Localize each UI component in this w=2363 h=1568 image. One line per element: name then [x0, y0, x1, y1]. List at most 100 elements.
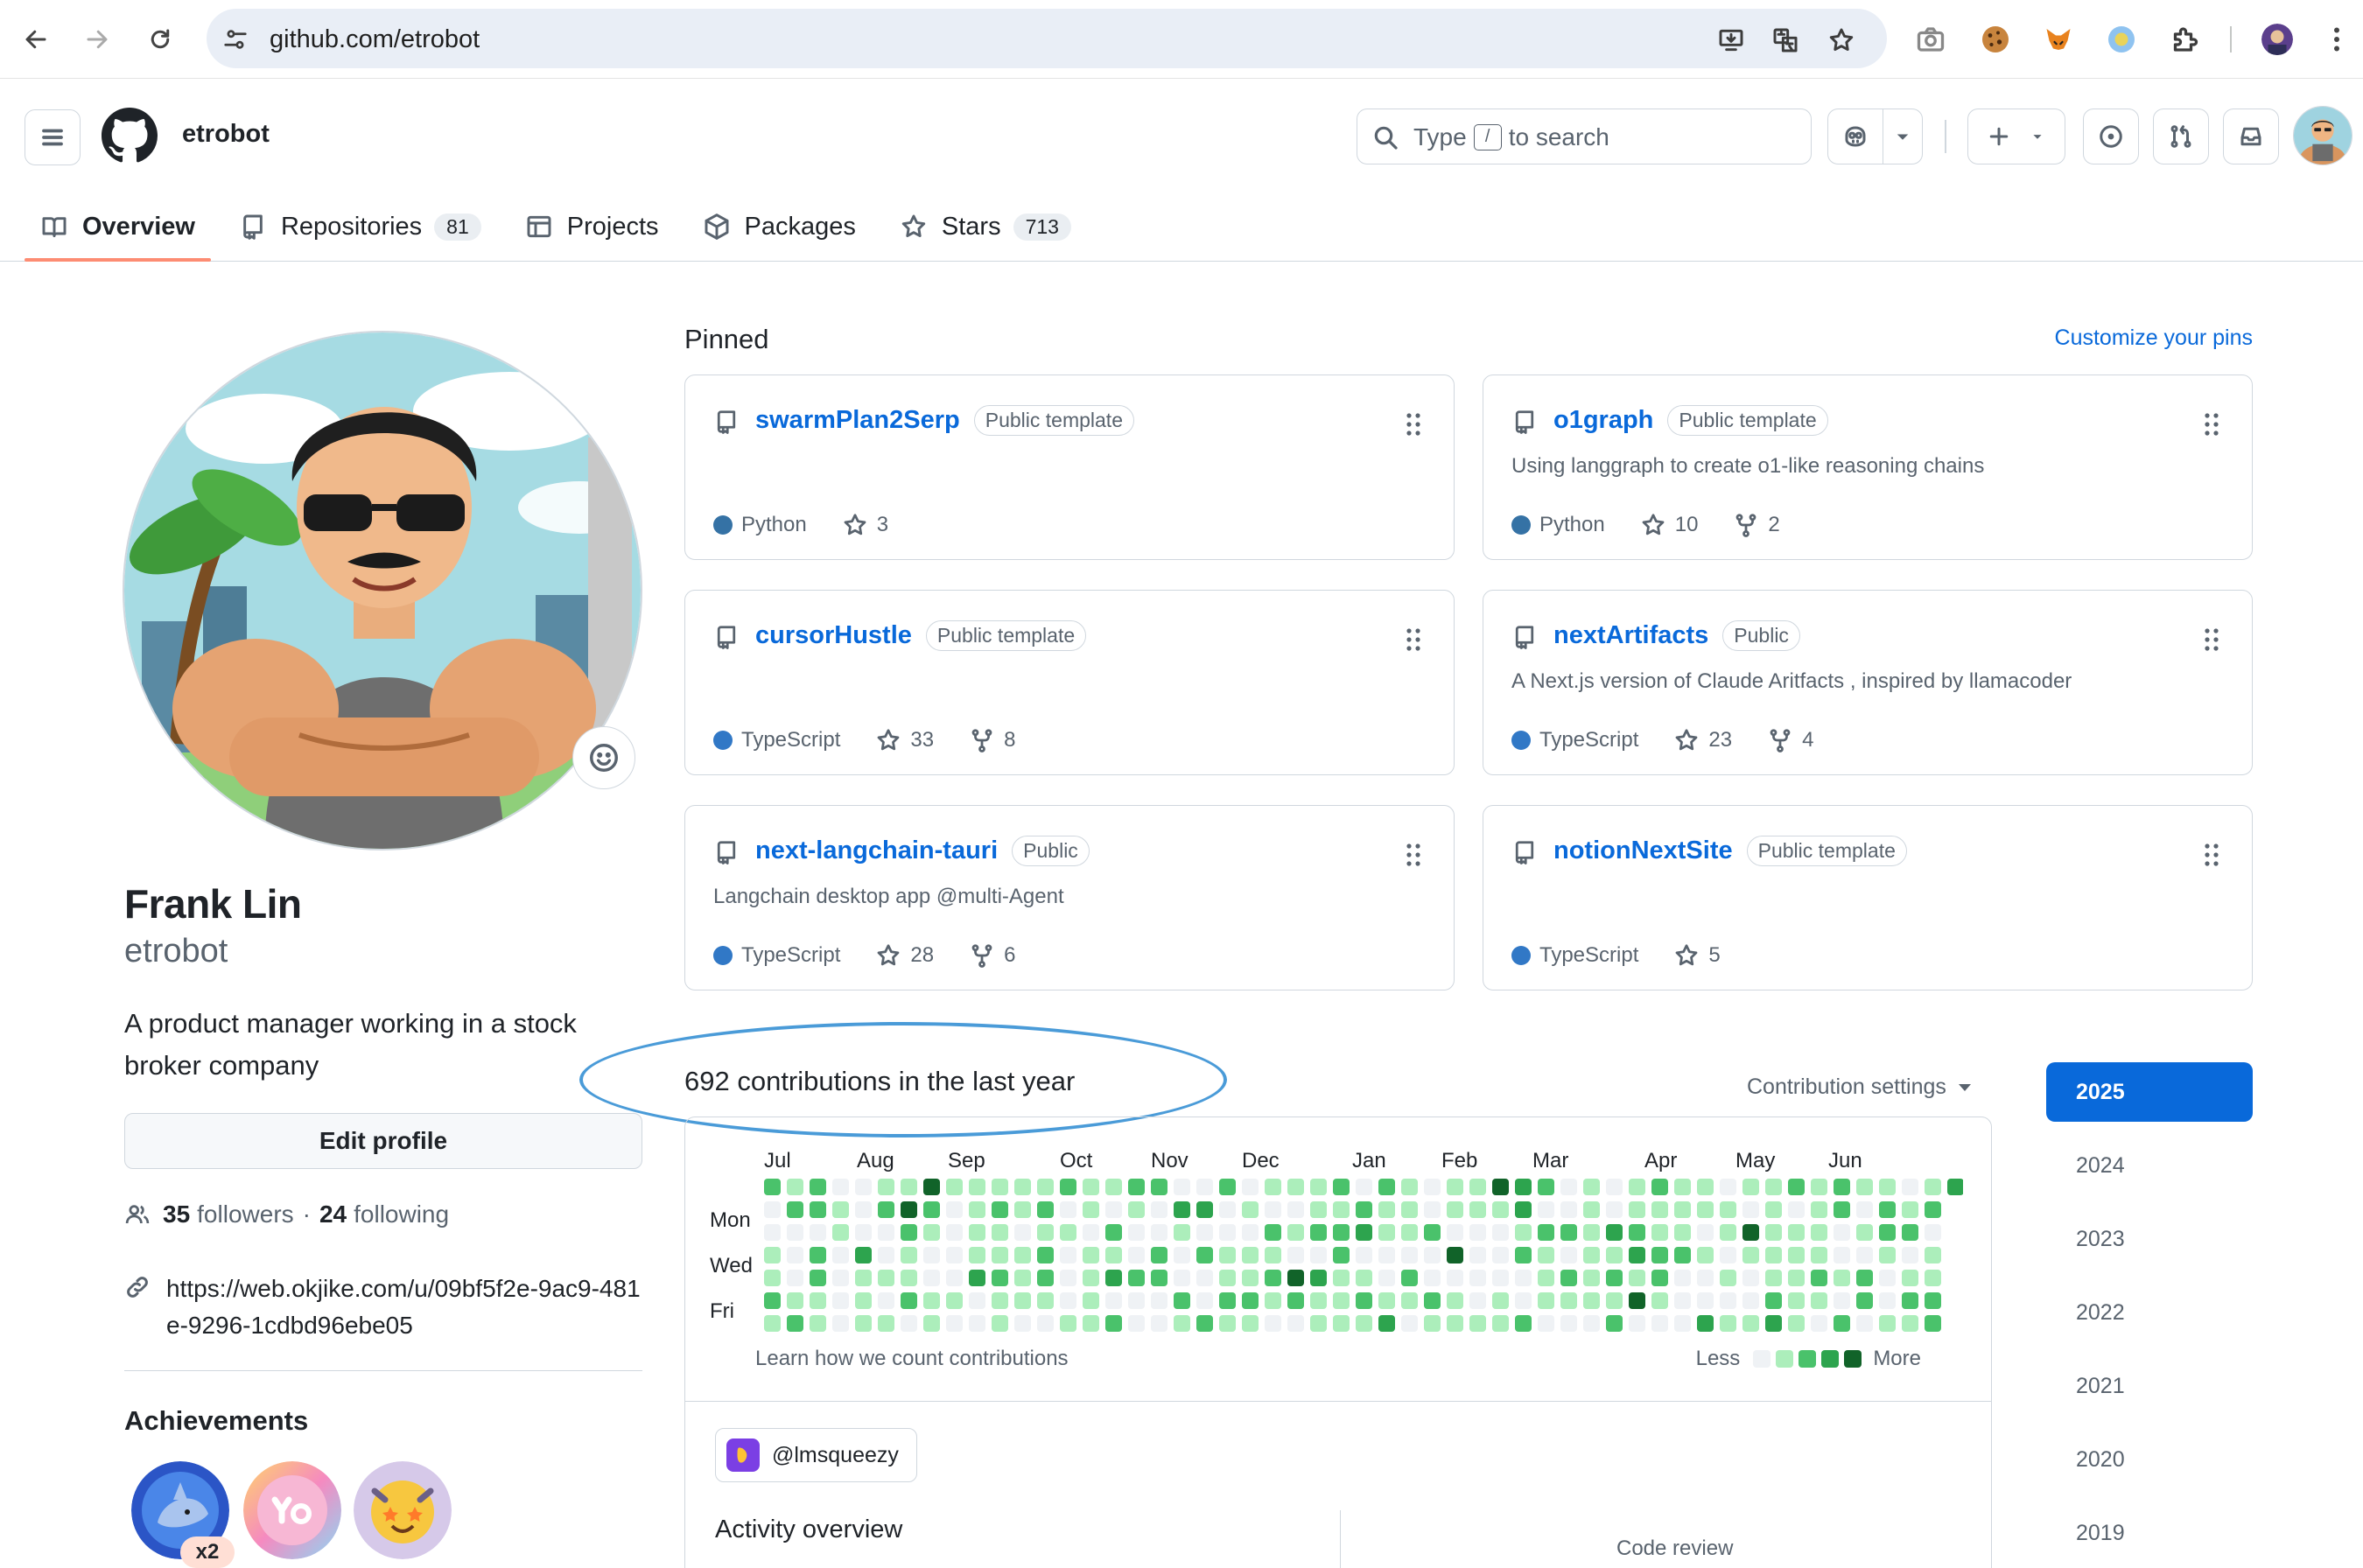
- contribution-day-cell[interactable]: [787, 1292, 803, 1309]
- year-button-2019[interactable]: 2019: [2046, 1503, 2253, 1563]
- contribution-day-cell[interactable]: [1834, 1315, 1850, 1332]
- contribution-day-cell[interactable]: [1651, 1292, 1668, 1309]
- contribution-day-cell[interactable]: [1469, 1247, 1486, 1264]
- contribution-day-cell[interactable]: [1356, 1201, 1372, 1218]
- contribution-day-cell[interactable]: [1447, 1247, 1463, 1264]
- contribution-day-cell[interactable]: [1742, 1201, 1759, 1218]
- contribution-day-cell[interactable]: [1196, 1247, 1213, 1264]
- contribution-day-cell[interactable]: [1014, 1179, 1031, 1195]
- pinned-repo-name-link[interactable]: cursorHustle: [755, 621, 912, 650]
- contribution-day-cell[interactable]: [1174, 1270, 1190, 1286]
- contribution-day-cell[interactable]: [1788, 1315, 1805, 1332]
- contribution-day-cell[interactable]: [1856, 1224, 1873, 1241]
- contribution-day-cell[interactable]: [1606, 1179, 1623, 1195]
- site-settings-icon[interactable]: [222, 26, 249, 52]
- contribution-day-cell[interactable]: [1083, 1315, 1099, 1332]
- contribution-day-cell[interactable]: [1856, 1247, 1873, 1264]
- contribution-day-cell[interactable]: [946, 1247, 963, 1264]
- followers-link[interactable]: 35 followers: [163, 1200, 294, 1228]
- tab-overview[interactable]: Overview: [25, 192, 211, 262]
- tab-stars[interactable]: Stars 713: [884, 192, 1087, 262]
- contribution-day-cell[interactable]: [1902, 1201, 1918, 1218]
- search-input[interactable]: Type / to search: [1357, 108, 1812, 164]
- contribution-settings-dropdown[interactable]: Contribution settings: [1747, 1074, 1971, 1100]
- contribution-day-cell[interactable]: [1788, 1201, 1805, 1218]
- contribution-day-cell[interactable]: [1606, 1224, 1623, 1241]
- contribution-day-cell[interactable]: [1014, 1315, 1031, 1332]
- contribution-day-cell[interactable]: [1310, 1315, 1327, 1332]
- contribution-day-cell[interactable]: [1083, 1179, 1099, 1195]
- cookie-extension-icon[interactable]: [1980, 24, 2011, 55]
- contribution-day-cell[interactable]: [1105, 1201, 1122, 1218]
- org-filter-chip[interactable]: @lmsqueezy: [715, 1428, 917, 1482]
- contribution-day-cell[interactable]: [1560, 1247, 1577, 1264]
- contribution-day-cell[interactable]: [1401, 1270, 1418, 1286]
- contribution-day-cell[interactable]: [1629, 1247, 1645, 1264]
- contribution-day-cell[interactable]: [878, 1179, 894, 1195]
- contribution-day-cell[interactable]: [1401, 1292, 1418, 1309]
- contribution-day-cell[interactable]: [810, 1224, 826, 1241]
- forks-link[interactable]: 2: [1733, 512, 1780, 538]
- contribution-day-cell[interactable]: [1356, 1179, 1372, 1195]
- contribution-day-cell[interactable]: [764, 1270, 781, 1286]
- contribution-day-cell[interactable]: [878, 1270, 894, 1286]
- contribution-day-cell[interactable]: [1219, 1292, 1236, 1309]
- contribution-day-cell[interactable]: [1105, 1247, 1122, 1264]
- contribution-day-cell[interactable]: [1333, 1270, 1350, 1286]
- contribution-day-cell[interactable]: [1902, 1247, 1918, 1264]
- contribution-day-cell[interactable]: [1242, 1201, 1259, 1218]
- contribution-day-cell[interactable]: [1287, 1224, 1304, 1241]
- contribution-day-cell[interactable]: [1037, 1270, 1054, 1286]
- contribution-day-cell[interactable]: [1333, 1201, 1350, 1218]
- contribution-day-cell[interactable]: [832, 1201, 849, 1218]
- contribution-day-cell[interactable]: [923, 1179, 940, 1195]
- create-new-button[interactable]: [1967, 108, 2065, 164]
- contribution-day-cell[interactable]: [1515, 1270, 1532, 1286]
- contribution-day-cell[interactable]: [832, 1270, 849, 1286]
- contribution-day-cell[interactable]: [1447, 1292, 1463, 1309]
- globe-extension-icon[interactable]: [2106, 24, 2137, 55]
- contribution-day-cell[interactable]: [1834, 1270, 1850, 1286]
- contribution-day-cell[interactable]: [1902, 1292, 1918, 1309]
- contribution-day-cell[interactable]: [1856, 1315, 1873, 1332]
- contribution-day-cell[interactable]: [1788, 1179, 1805, 1195]
- contribution-day-cell[interactable]: [1310, 1247, 1327, 1264]
- contribution-day-cell[interactable]: [1287, 1201, 1304, 1218]
- contribution-day-cell[interactable]: [923, 1224, 940, 1241]
- contribution-day-cell[interactable]: [1128, 1292, 1145, 1309]
- contribution-day-cell[interactable]: [878, 1224, 894, 1241]
- contribution-day-cell[interactable]: [855, 1224, 872, 1241]
- contribution-day-cell[interactable]: [1196, 1270, 1213, 1286]
- contribution-day-cell[interactable]: [787, 1270, 803, 1286]
- contribution-day-cell[interactable]: [1538, 1201, 1554, 1218]
- drag-handle-grabber-icon[interactable]: [2203, 627, 2220, 652]
- contribution-day-cell[interactable]: [1947, 1179, 1963, 1195]
- contribution-day-cell[interactable]: [1742, 1270, 1759, 1286]
- contribution-day-cell[interactable]: [1834, 1247, 1850, 1264]
- contribution-day-cell[interactable]: [1560, 1179, 1577, 1195]
- contribution-day-cell[interactable]: [1265, 1179, 1281, 1195]
- drag-handle-grabber-icon[interactable]: [1405, 627, 1422, 652]
- contribution-day-cell[interactable]: [1469, 1270, 1486, 1286]
- contribution-day-cell[interactable]: [1560, 1224, 1577, 1241]
- contribution-day-cell[interactable]: [1401, 1315, 1418, 1332]
- contribution-day-cell[interactable]: [1742, 1247, 1759, 1264]
- contribution-day-cell[interactable]: [969, 1224, 985, 1241]
- contribution-day-cell[interactable]: [1014, 1270, 1031, 1286]
- contribution-day-cell[interactable]: [1629, 1270, 1645, 1286]
- pull-requests-button[interactable]: [2153, 108, 2209, 164]
- contribution-day-cell[interactable]: [1219, 1179, 1236, 1195]
- contribution-day-cell[interactable]: [1219, 1315, 1236, 1332]
- contribution-day-cell[interactable]: [1424, 1247, 1441, 1264]
- contribution-day-cell[interactable]: [1469, 1224, 1486, 1241]
- contribution-day-cell[interactable]: [1310, 1270, 1327, 1286]
- contribution-day-cell[interactable]: [1105, 1179, 1122, 1195]
- contribution-day-cell[interactable]: [1492, 1201, 1509, 1218]
- contribution-day-cell[interactable]: [810, 1201, 826, 1218]
- contribution-day-cell[interactable]: [1128, 1315, 1145, 1332]
- contribution-day-cell[interactable]: [1697, 1179, 1714, 1195]
- contribution-day-cell[interactable]: [1083, 1247, 1099, 1264]
- contribution-day-cell[interactable]: [1219, 1247, 1236, 1264]
- contribution-day-cell[interactable]: [1265, 1292, 1281, 1309]
- contribution-day-cell[interactable]: [1401, 1179, 1418, 1195]
